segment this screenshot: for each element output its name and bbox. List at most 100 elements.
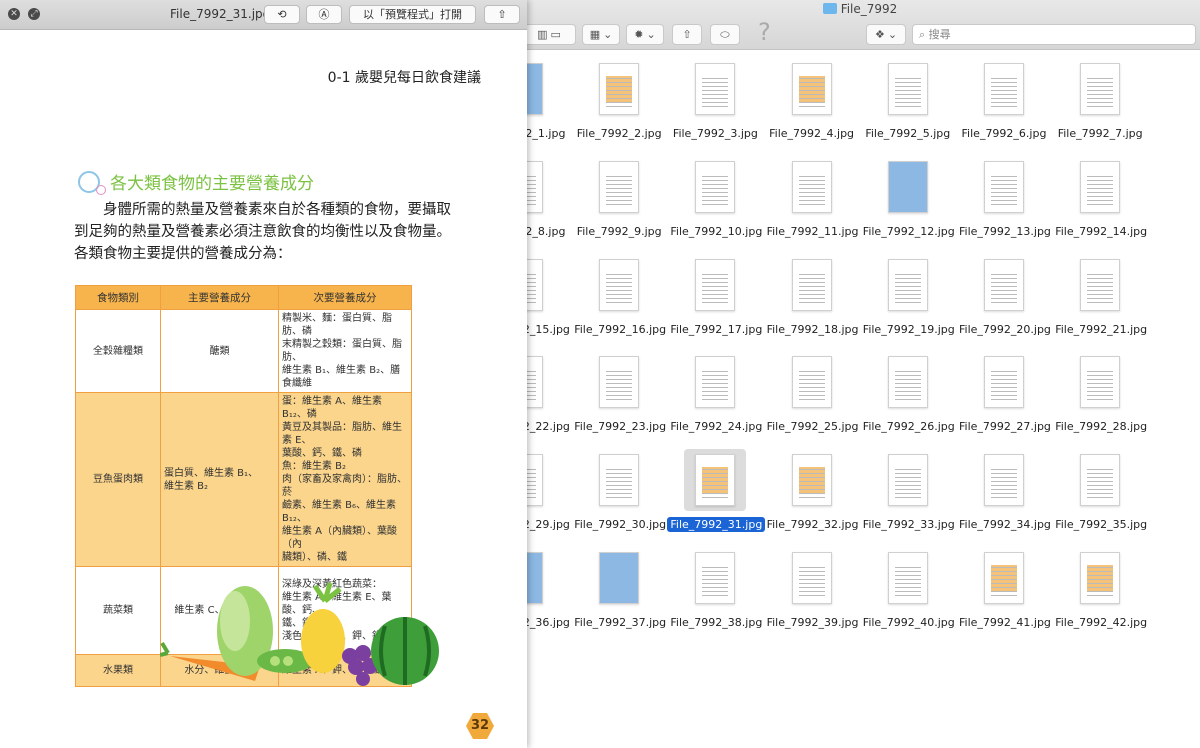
file-name[interactable]: File_7992_12.jpg (860, 224, 958, 239)
file-name[interactable]: File_7992_23.jpg (571, 419, 669, 434)
file-name[interactable]: File_7992_20.jpg (956, 322, 1054, 337)
file-thumbnail-icon[interactable] (887, 454, 928, 507)
file-item[interactable]: File_7992_18.jpg (764, 254, 860, 337)
rotate-button[interactable]: ⟲ (264, 5, 300, 24)
file-item[interactable]: File_7992_20.jpg (956, 254, 1052, 337)
file-name[interactable]: File_7992_3.jpg (670, 126, 761, 141)
file-name[interactable]: File_7992_16.jpg (571, 322, 669, 337)
file-item[interactable]: File_7992_37.jpg (571, 547, 667, 630)
file-thumbnail-icon[interactable] (599, 454, 640, 507)
close-icon[interactable]: ✕ (8, 8, 20, 20)
file-item[interactable]: File_7992_39.jpg (764, 547, 860, 630)
file-item[interactable]: File_7992_40.jpg (860, 547, 956, 630)
file-item[interactable]: File_7992_31.jpg (667, 449, 766, 533)
file-name[interactable]: File_7992_30.jpg (571, 517, 669, 532)
file-thumbnail-icon[interactable] (1080, 160, 1121, 213)
file-item[interactable]: File_7992_33.jpg (860, 449, 956, 532)
file-name[interactable]: File_7992_14.jpg (1052, 224, 1150, 239)
file-thumbnail-icon[interactable] (984, 552, 1024, 604)
file-thumbnail-icon[interactable] (887, 552, 928, 604)
file-thumbnail-icon[interactable] (599, 63, 640, 115)
file-thumbnail-icon[interactable] (1080, 552, 1121, 604)
file-item[interactable]: File_7992_2.jpg (571, 58, 667, 141)
file-thumbnail-icon[interactable] (887, 356, 928, 409)
file-item[interactable]: File_7992_27.jpg (956, 351, 1052, 434)
file-thumbnail-icon[interactable] (791, 160, 832, 213)
file-name[interactable]: File_7992_11.jpg (764, 224, 862, 239)
file-name[interactable]: File_7992_7.jpg (1055, 126, 1146, 141)
share-button[interactable]: ⇧ (484, 5, 520, 24)
file-name[interactable]: File_7992_27.jpg (956, 419, 1054, 434)
file-item[interactable]: File_7992_41.jpg (956, 547, 1052, 630)
file-item[interactable]: File_7992_19.jpg (860, 254, 956, 337)
file-name[interactable]: File_7992_33.jpg (860, 517, 958, 532)
file-thumbnail-icon[interactable] (791, 552, 832, 604)
file-item[interactable]: File_7992_34.jpg (956, 449, 1052, 532)
file-name[interactable]: File_7992_28.jpg (1052, 419, 1150, 434)
file-item[interactable]: File_7992_21.jpg (1052, 254, 1148, 337)
file-thumbnail-icon[interactable] (984, 63, 1024, 115)
file-name[interactable]: File_7992_42.jpg (1052, 615, 1150, 630)
column-view-icon[interactable]: ▥ (537, 28, 547, 41)
file-name[interactable]: File_7992_35.jpg (1052, 517, 1150, 532)
file-item[interactable]: File_7992_28.jpg (1052, 351, 1148, 434)
file-name[interactable]: File_7992_18.jpg (764, 322, 862, 337)
file-thumbnail-icon[interactable] (599, 258, 640, 311)
file-name[interactable]: File_7992_25.jpg (764, 419, 862, 434)
file-thumbnail-icon[interactable] (1080, 258, 1121, 311)
file-item[interactable]: File_7992_10.jpg (667, 156, 763, 239)
file-name[interactable]: File_7992_9.jpg (574, 224, 665, 239)
file-thumbnail-icon[interactable] (695, 356, 736, 409)
file-item[interactable]: File_7992_5.jpg (860, 58, 956, 141)
file-item[interactable]: File_7992_14.jpg (1052, 156, 1148, 239)
file-thumbnail-icon[interactable] (695, 454, 736, 507)
group-button[interactable]: ▦ ⌄ (582, 24, 620, 45)
file-thumbnail-icon[interactable] (695, 552, 736, 604)
file-thumbnail-icon[interactable] (887, 160, 928, 213)
file-name[interactable]: File_7992_37.jpg (571, 615, 669, 630)
file-item[interactable]: File_7992_42.jpg (1052, 547, 1148, 630)
action-button[interactable]: ✹ ⌄ (626, 24, 664, 45)
file-thumbnail-icon[interactable] (791, 356, 832, 409)
file-thumbnail-icon[interactable] (887, 63, 928, 115)
file-item[interactable]: File_7992_25.jpg (764, 351, 860, 434)
file-name[interactable]: File_7992_4.jpg (766, 126, 857, 141)
file-thumbnail-icon[interactable] (984, 160, 1024, 213)
file-name[interactable]: File_7992_21.jpg (1052, 322, 1150, 337)
file-name[interactable]: File_7992_13.jpg (956, 224, 1054, 239)
file-name[interactable]: File_7992_2.jpg (574, 126, 665, 141)
file-thumbnail-icon[interactable] (791, 258, 832, 311)
file-name[interactable]: File_7992_34.jpg (956, 517, 1054, 532)
file-item[interactable]: File_7992_9.jpg (571, 156, 667, 239)
file-item[interactable]: File_7992_32.jpg (764, 449, 860, 532)
file-thumbnail-icon[interactable] (599, 160, 640, 213)
file-thumbnail-icon[interactable] (599, 552, 640, 604)
file-item[interactable]: File_7992_7.jpg (1052, 58, 1148, 141)
fullscreen-icon[interactable]: ⤢ (28, 8, 40, 20)
file-thumbnail-icon[interactable] (1080, 454, 1121, 507)
file-name[interactable]: File_7992_39.jpg (764, 615, 862, 630)
file-name[interactable]: File_7992_31.jpg (667, 517, 766, 533)
file-item[interactable]: File_7992_38.jpg (667, 547, 763, 630)
search-input[interactable]: ⌕ 搜尋 (912, 24, 1196, 45)
tag-button[interactable]: ⬭ (710, 24, 740, 45)
file-thumbnail-icon[interactable] (695, 63, 736, 115)
file-item[interactable]: File_7992_35.jpg (1052, 449, 1148, 532)
file-item[interactable]: File_7992_6.jpg (956, 58, 1052, 141)
file-thumbnail-icon[interactable] (791, 454, 832, 507)
file-name[interactable]: File_7992_6.jpg (959, 126, 1050, 141)
file-thumbnail-icon[interactable] (887, 258, 928, 311)
file-item[interactable]: File_7992_24.jpg (667, 351, 763, 434)
file-item[interactable]: File_7992_30.jpg (571, 449, 667, 532)
markup-button[interactable]: Ⓐ (306, 5, 342, 24)
file-item[interactable]: File_7992_26.jpg (860, 351, 956, 434)
file-item[interactable]: File_7992_3.jpg (667, 58, 763, 141)
file-item[interactable]: File_7992_17.jpg (667, 254, 763, 337)
share-button[interactable]: ⇧ (672, 24, 702, 45)
gallery-view-icon[interactable]: ▭ (551, 28, 561, 41)
file-name[interactable]: File_7992_24.jpg (667, 419, 765, 434)
file-thumbnail-icon[interactable] (695, 258, 736, 311)
file-name[interactable]: File_7992_5.jpg (862, 126, 953, 141)
file-thumbnail-icon[interactable] (984, 454, 1024, 507)
file-name[interactable]: File_7992_26.jpg (860, 419, 958, 434)
